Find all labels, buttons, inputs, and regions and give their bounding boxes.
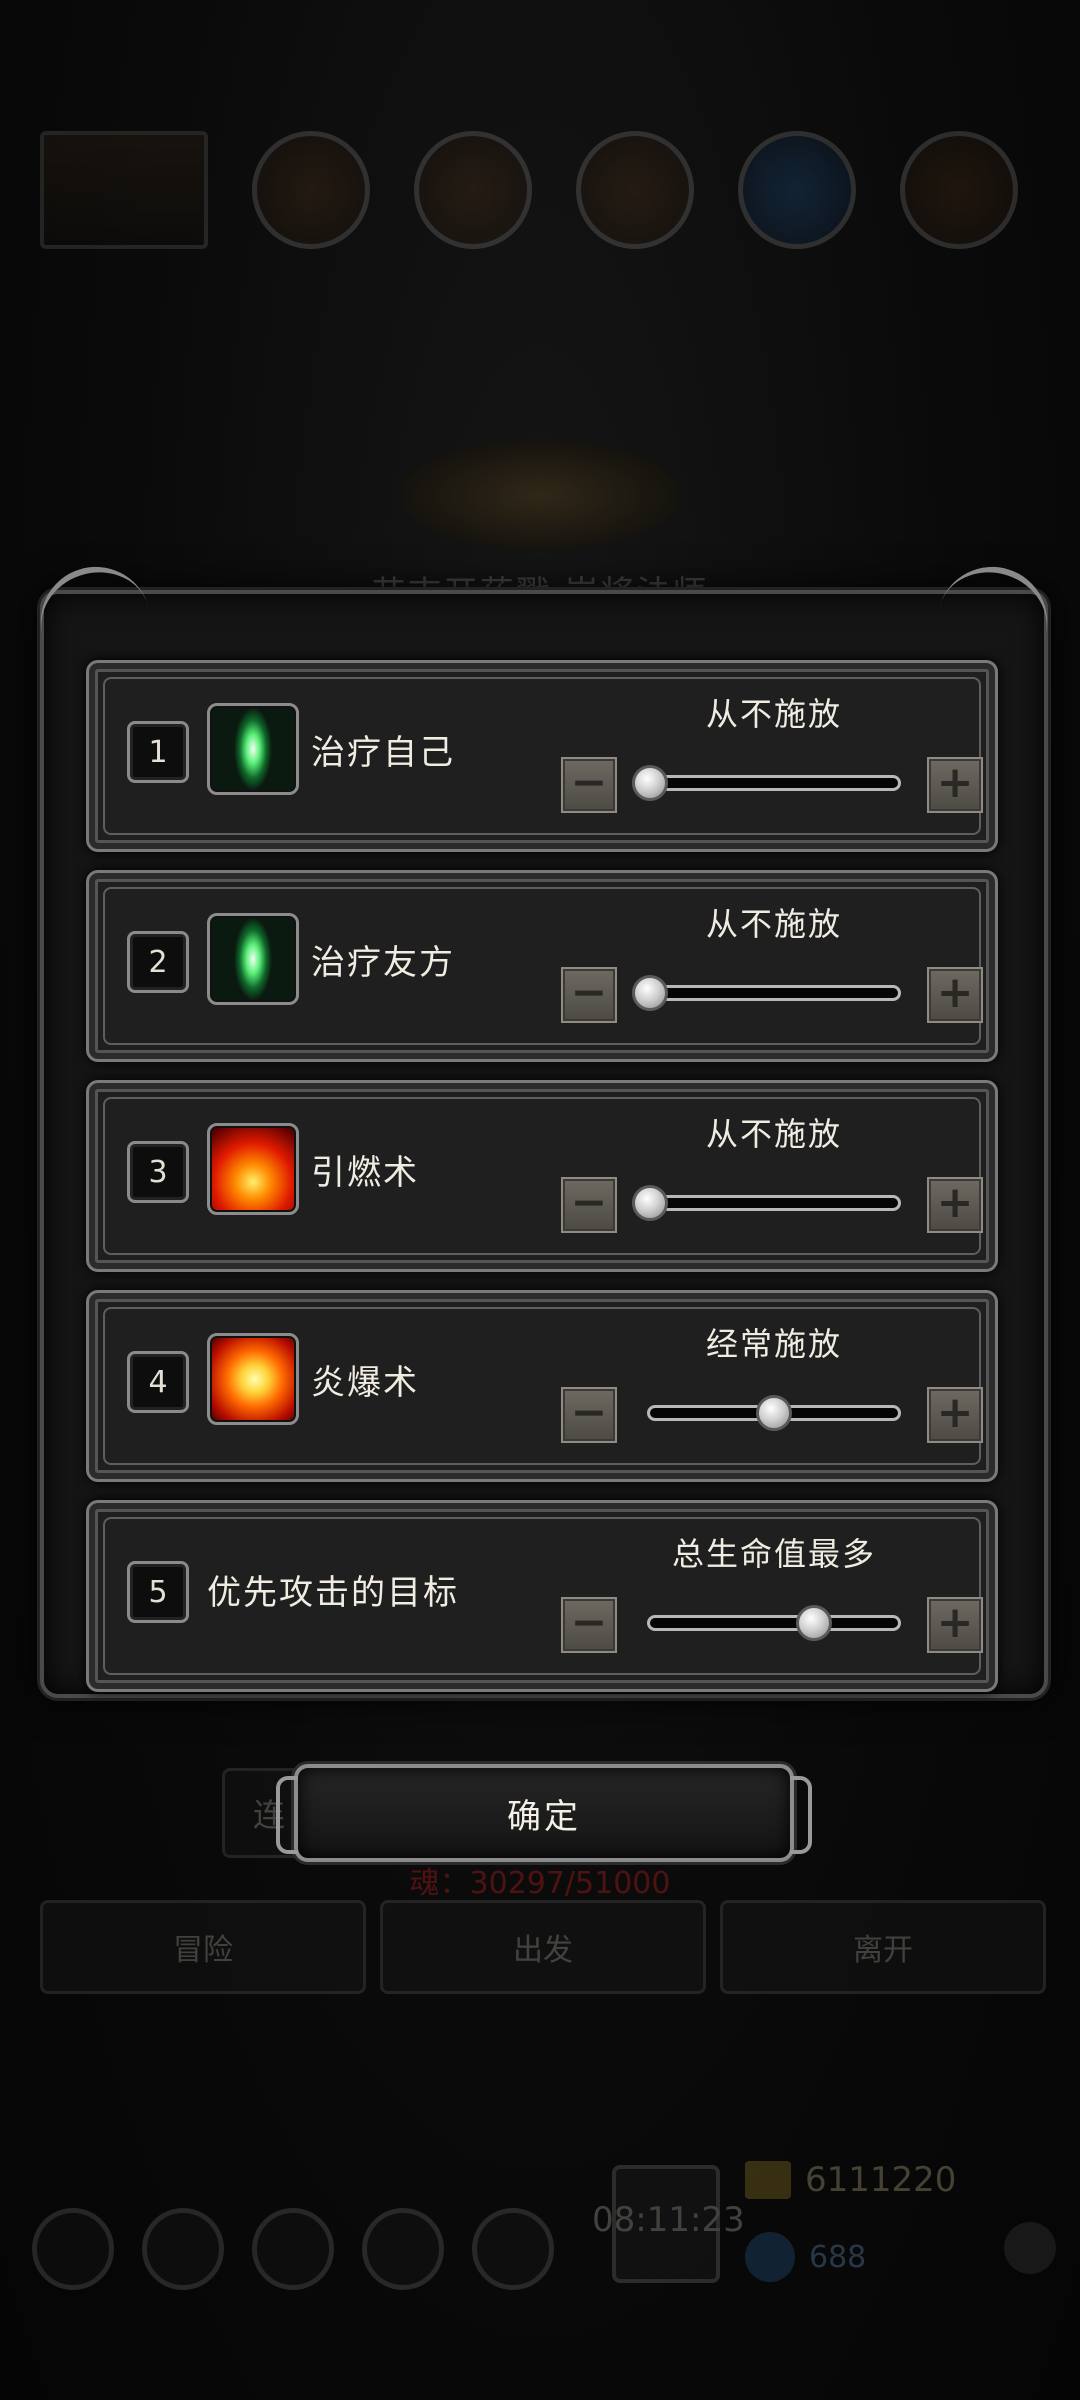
soul-counter: 魂：30297/51000 — [409, 1866, 671, 1901]
gold-icon — [745, 2161, 791, 2199]
confirm-button[interactable]: 确定 — [276, 1764, 812, 1862]
skill-row-3: 3 引燃术 从不施放 − + — [86, 1080, 998, 1272]
cast-frequency-label: 从不施放 — [705, 1115, 842, 1153]
bottom-menu — [32, 2208, 554, 2290]
slider-knob[interactable] — [632, 765, 668, 801]
depart-button: 出发 — [380, 1900, 706, 1994]
equipment-tab-icon — [414, 131, 532, 249]
explosion-icon — [207, 1333, 299, 1425]
slider-knob[interactable] — [756, 1395, 792, 1431]
green-crystal-icon — [207, 913, 299, 1005]
frequency-slider[interactable] — [632, 1185, 901, 1221]
settings-tab-icon — [900, 131, 1018, 249]
row-number: 2 — [127, 931, 189, 993]
hero-portrait — [40, 131, 208, 249]
leave-button: 离开 — [720, 1900, 1046, 1994]
skill-name: 炎爆术 — [311, 1363, 419, 1403]
skill-tab-icon — [252, 131, 370, 249]
cast-frequency-label: 从不施放 — [705, 905, 842, 943]
fire-icon — [207, 1123, 299, 1215]
decrease-button[interactable]: − — [561, 1597, 617, 1653]
increase-button[interactable]: + — [927, 757, 983, 813]
decrease-button[interactable]: − — [561, 967, 617, 1023]
priority-slider[interactable] — [647, 1605, 901, 1641]
skill-settings-dialog: 1 治疗自己 从不施放 − + 2 治疗友方 从不施放 − + 3 引燃术 从不… — [40, 590, 1048, 1698]
gem-counter: 688 — [745, 2232, 866, 2282]
increase-button[interactable]: + — [927, 1597, 983, 1653]
adventure-button: 冒险 — [40, 1900, 366, 1994]
inventory-tab-icon — [576, 131, 694, 249]
row-number: 1 — [127, 721, 189, 783]
green-crystal-icon — [207, 703, 299, 795]
decrease-button[interactable]: − — [561, 757, 617, 813]
slider-knob[interactable] — [795, 1605, 832, 1641]
row-number: 5 — [127, 1561, 189, 1623]
gem-icon — [745, 2232, 795, 2282]
crest-emblem-icon — [400, 440, 680, 550]
menu-icon — [472, 2208, 554, 2290]
cast-frequency-label: 经常施放 — [705, 1325, 842, 1363]
frequency-slider[interactable] — [632, 765, 901, 801]
row-number: 3 — [127, 1141, 189, 1203]
skill-row-4: 4 炎爆术 经常施放 − + — [86, 1290, 998, 1482]
skill-row-2: 2 治疗友方 从不施放 − + — [86, 870, 998, 1062]
add-currency-icon — [1004, 2222, 1056, 2274]
row-number: 4 — [127, 1351, 189, 1413]
menu-icon — [252, 2208, 334, 2290]
slider-knob[interactable] — [632, 975, 668, 1011]
frequency-slider[interactable] — [632, 975, 901, 1011]
decrease-button[interactable]: − — [561, 1387, 617, 1443]
timer: 08:11:23 — [592, 2200, 745, 2240]
increase-button[interactable]: + — [927, 967, 983, 1023]
increase-button[interactable]: + — [927, 1177, 983, 1233]
menu-icon — [362, 2208, 444, 2290]
gold-counter: 6111220 — [745, 2160, 956, 2200]
menu-icon — [32, 2208, 114, 2290]
top-icon-bar — [40, 131, 1040, 249]
skill-name: 治疗自己 — [311, 733, 455, 773]
skill-row-5: 5 优先攻击的目标 总生命值最多 − + — [86, 1500, 998, 1692]
gold-amount: 6111220 — [805, 2160, 957, 2200]
skill-row-1: 1 治疗自己 从不施放 − + — [86, 660, 998, 852]
frequency-slider[interactable] — [647, 1395, 901, 1431]
skill-name: 治疗友方 — [311, 943, 455, 983]
increase-button[interactable]: + — [927, 1387, 983, 1443]
decrease-button[interactable]: − — [561, 1177, 617, 1233]
cast-frequency-label: 从不施放 — [705, 695, 842, 733]
magic-tab-icon — [738, 131, 856, 249]
target-priority-label: 优先攻击的目标 — [207, 1573, 459, 1613]
skill-name: 引燃术 — [311, 1153, 419, 1193]
menu-icon — [142, 2208, 224, 2290]
gem-amount: 688 — [809, 2239, 867, 2275]
slider-knob[interactable] — [632, 1185, 668, 1221]
target-priority-setting: 总生命值最多 — [671, 1535, 876, 1573]
